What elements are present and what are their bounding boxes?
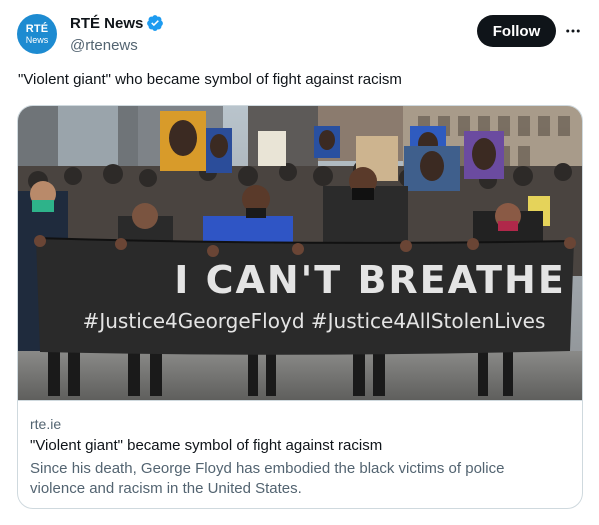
link-preview-card[interactable]: I CAN'T BREATHE #Justice4GeorgeFloyd #Ju… [17, 105, 583, 509]
more-horizontal-icon[interactable] [564, 22, 582, 40]
avatar-logo-line2: News [25, 34, 49, 45]
protest-photo: I CAN'T BREATHE #Justice4GeorgeFloyd #Ju… [18, 106, 582, 400]
author-name-row: RTÉ News [70, 14, 164, 32]
avatar[interactable]: RTÉ News [17, 14, 57, 54]
handle[interactable]: @rtenews [70, 37, 138, 54]
verified-badge-icon [147, 15, 164, 31]
banner-hashtags: #Justice4GeorgeFloyd #Justice4AllStolenL… [83, 309, 546, 333]
follow-button[interactable]: Follow [477, 15, 556, 47]
banner-slogan: I CAN'T BREATHE [174, 258, 566, 302]
tweet: RTÉ News RTÉ News @rtenews Follow "Viole… [0, 0, 599, 525]
card-title[interactable]: "Violent giant" became symbol of fight a… [30, 437, 382, 454]
card-domain: rte.ie [30, 416, 62, 432]
tweet-text: "Violent giant" who became symbol of fig… [18, 71, 402, 88]
avatar-logo-line1: RTÉ [25, 22, 49, 35]
card-description: Since his death, George Floyd has embodi… [30, 460, 505, 497]
link-preview-image[interactable]: I CAN'T BREATHE #Justice4GeorgeFloyd #Ju… [18, 106, 582, 401]
display-name[interactable]: RTÉ News [70, 15, 143, 32]
